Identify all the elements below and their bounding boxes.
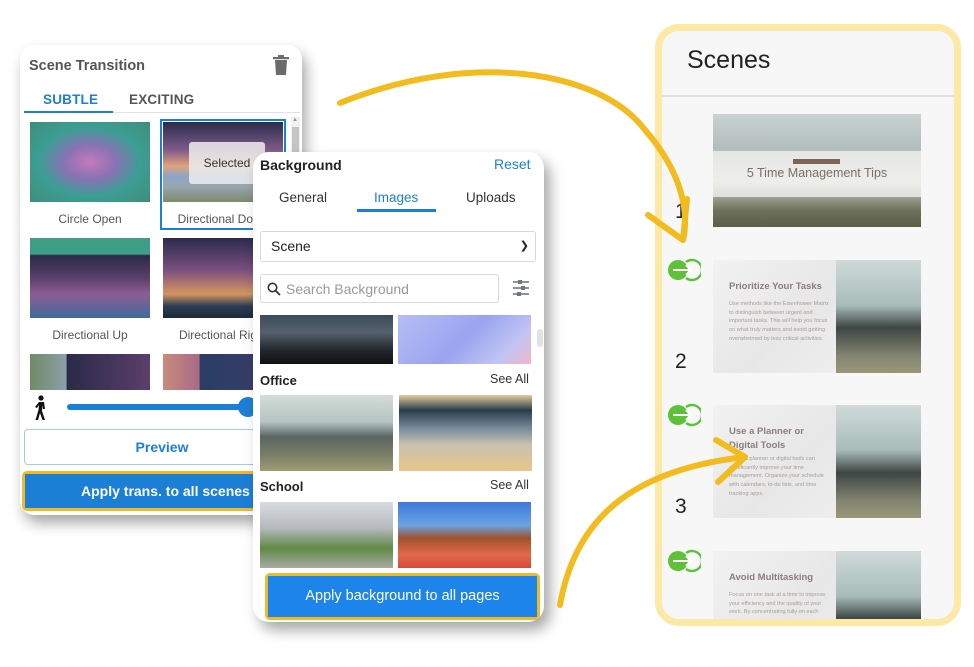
- slide-heading: Prioritize Your Tasks: [729, 281, 822, 292]
- transition-icon[interactable]: [667, 403, 701, 427]
- background-image-list: Office See All School See All: [253, 312, 544, 572]
- slide-photo: [836, 551, 921, 619]
- trash-icon[interactable]: [273, 55, 289, 75]
- background-image-scene-dark[interactable]: [260, 315, 393, 364]
- scene-item-4[interactable]: Avoid Multitasking Focus on one task at …: [662, 549, 954, 619]
- reset-link[interactable]: Reset: [494, 156, 531, 172]
- scenes-panel: Scenes 1 5 Time Management Tips 2 Priori…: [655, 24, 961, 626]
- transition-thumbnail: [30, 354, 150, 390]
- transition-thumbnail: [30, 238, 150, 318]
- active-tab-indicator: [24, 111, 113, 113]
- slide-photo: [836, 405, 921, 518]
- slide-body: Focus on one task at a time to improve y…: [729, 592, 826, 616]
- background-image-office-2[interactable]: [399, 395, 532, 471]
- transition-icon[interactable]: [667, 258, 701, 282]
- slide-heading: Avoid Multitasking: [729, 572, 814, 583]
- transition-thumbnail: [30, 122, 150, 202]
- section-title-office: Office: [260, 373, 297, 388]
- scene-thumbnail: Use a Planner or Digital Tools Using a p…: [713, 405, 921, 518]
- tab-subtle[interactable]: SUBTLE: [43, 92, 98, 107]
- walking-person-icon: [35, 395, 45, 420]
- speed-slider-track[interactable]: [67, 404, 257, 410]
- background-image-scene-room[interactable]: [398, 315, 531, 364]
- transition-icon[interactable]: [667, 549, 701, 573]
- divider: [662, 95, 954, 97]
- slide-heading: Use a Planner or Digital Tools: [729, 426, 804, 451]
- scene-transition-title: Scene Transition: [29, 58, 146, 74]
- active-tab-indicator: [357, 209, 436, 212]
- background-scrollbar[interactable]: [537, 329, 543, 347]
- background-image-school-1[interactable]: [260, 502, 393, 568]
- scene-item-1[interactable]: 1 5 Time Management Tips: [662, 114, 954, 234]
- section-title-school: School: [260, 479, 304, 494]
- transition-label: Directional Up: [52, 328, 128, 342]
- background-panel: Background Reset General Images Uploads …: [253, 152, 544, 622]
- transition-label: Circle Open: [58, 212, 122, 226]
- scene-number: 2: [675, 350, 687, 373]
- search-background-input[interactable]: Search Background: [260, 274, 499, 303]
- chevron-down-icon: ❯: [519, 240, 529, 252]
- tab-exciting[interactable]: EXCITING: [129, 92, 194, 107]
- category-select[interactable]: Scene ❯: [260, 231, 536, 262]
- scene-item-3[interactable]: 3 Use a Planner or Digital Tools Using a…: [662, 403, 954, 525]
- see-all-office-link[interactable]: See All: [490, 372, 529, 386]
- search-icon: [267, 282, 281, 296]
- slide-body: Use methods like the Eisenhower Matrix t…: [729, 301, 829, 342]
- scene-thumbnail: Prioritize Your Tasks Use methods like t…: [713, 260, 921, 373]
- category-select-value: Scene: [271, 238, 311, 254]
- background-image-school-2[interactable]: [398, 502, 531, 568]
- scene-number: 3: [675, 495, 687, 518]
- tab-uploads[interactable]: Uploads: [466, 190, 516, 205]
- scene-thumbnail: 5 Time Management Tips: [713, 114, 921, 227]
- scene-cover-title: 5 Time Management Tips: [746, 166, 888, 180]
- scenes-title: Scenes: [687, 46, 771, 74]
- slide-photo: [836, 260, 921, 373]
- slide-body: Using a planner or digital tools can sig…: [729, 456, 824, 497]
- see-all-school-link[interactable]: See All: [490, 478, 529, 492]
- background-title: Background: [260, 157, 342, 173]
- tab-images[interactable]: Images: [374, 190, 418, 205]
- transition-tabs: SUBTLE EXCITING: [24, 88, 300, 113]
- background-image-office-1[interactable]: [260, 395, 393, 471]
- tab-general[interactable]: General: [279, 190, 327, 205]
- apply-background-to-all-button[interactable]: Apply background to all pages: [268, 576, 537, 617]
- scroll-up-arrow-icon[interactable]: ▲: [292, 117, 298, 123]
- scene-thumbnail: Avoid Multitasking Focus on one task at …: [713, 551, 921, 619]
- scene-number: 1: [675, 200, 687, 223]
- search-placeholder: Search Background: [286, 281, 409, 297]
- cover-tag: [793, 159, 840, 164]
- sliders-icon[interactable]: [512, 279, 530, 297]
- scene-item-2[interactable]: 2 Prioritize Your Tasks Use methods like…: [662, 258, 954, 380]
